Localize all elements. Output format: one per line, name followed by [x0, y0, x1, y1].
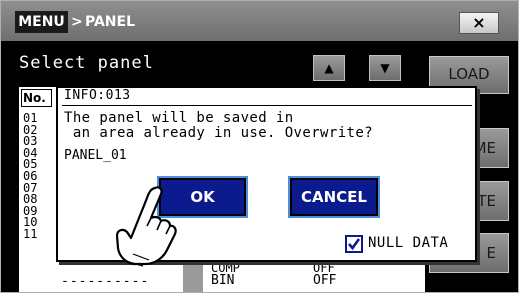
null-data-label: NULL DATA: [368, 235, 449, 251]
dialog-divider: [62, 105, 472, 106]
dialog-message-id: INFO:013: [64, 88, 131, 103]
close-button[interactable]: ×: [459, 12, 499, 34]
bin-label: BIN: [211, 273, 235, 288]
null-data-checkbox[interactable]: [345, 235, 363, 253]
triangle-down-icon: ▼: [380, 61, 390, 75]
breadcrumb-panel: PANEL: [85, 14, 136, 30]
title-bar: MENU > PANEL ×: [1, 1, 518, 41]
select-panel-label: Select panel: [19, 53, 154, 73]
scroll-up-button[interactable]: ▲: [313, 55, 345, 81]
checkmark-icon: [348, 238, 361, 251]
dialog-message-line1: The panel will be saved in: [64, 110, 294, 126]
cancel-button[interactable]: CANCEL: [288, 176, 380, 218]
bin-value: OFF: [313, 273, 337, 288]
row-11-name[interactable]: ----------: [61, 274, 149, 289]
row-marker: [183, 259, 203, 292]
row-number-list: 01 02 03 04 05 06 07 08 09 10 11: [23, 112, 51, 241]
triangle-up-icon: ▲: [324, 61, 334, 75]
row-number: 11: [23, 226, 38, 241]
menu-button[interactable]: MENU: [15, 11, 68, 33]
column-header-no: No.: [21, 89, 52, 107]
panel-screen: MENU > PANEL × Select panel ▲ ▼ LOAD ME …: [0, 0, 519, 293]
breadcrumb-separator: >: [71, 14, 83, 30]
pointing-hand-icon: [115, 186, 177, 267]
scroll-down-button[interactable]: ▼: [369, 55, 401, 81]
dialog-panel-name: PANEL_01: [64, 148, 127, 163]
dialog-message-line2: an area already in use. Overwrite?: [64, 125, 374, 141]
